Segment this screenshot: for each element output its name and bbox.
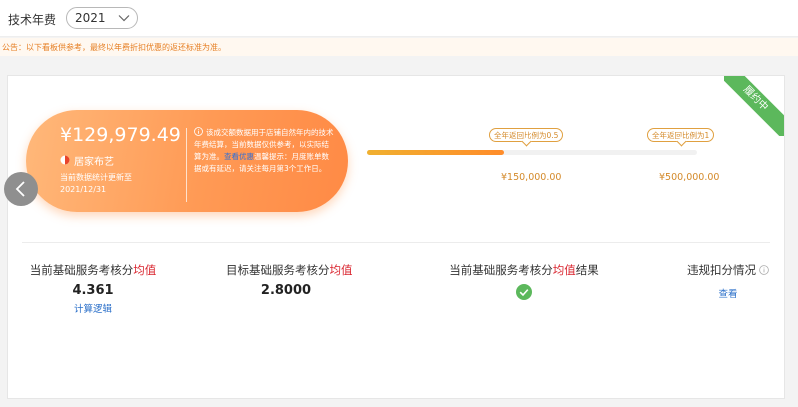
info-icon[interactable] bbox=[759, 265, 769, 275]
view-discount-link[interactable]: 查看优惠 bbox=[224, 152, 254, 161]
metric-title: 当前基础服务考核分均值结果 bbox=[449, 263, 599, 277]
year-select[interactable]: 2021 bbox=[66, 7, 138, 29]
fee-card: 履约中 ¥129,979.49 居家布艺 当前数据统计更新至 2021/12/3… bbox=[7, 75, 785, 399]
view-violations-link[interactable]: 查看 bbox=[680, 286, 776, 300]
update-note: 当前数据统计更新至 2021/12/31 bbox=[60, 173, 132, 194]
brand-logo-icon bbox=[60, 155, 70, 165]
chevron-down-icon bbox=[118, 15, 130, 22]
metric-current-score: 当前基础服务考核分均值 4.361 计算逻辑 bbox=[20, 262, 166, 315]
panel-divider bbox=[186, 128, 187, 202]
milestone-tag: 全年返回比例为1 bbox=[647, 128, 715, 142]
metric-target-score: 目标基础服务考核分均值 2.8000 bbox=[226, 262, 353, 298]
section-divider bbox=[22, 242, 770, 243]
brand-name: 居家布艺 bbox=[74, 157, 114, 168]
year-select-value: 2021 bbox=[75, 11, 106, 25]
carousel-prev-button[interactable] bbox=[4, 172, 38, 206]
amount-value: ¥129,979.49 bbox=[60, 124, 181, 146]
notice-banner: 公告：以下看板供参考，最终以年费折扣优惠的返还标准为准。 bbox=[0, 38, 798, 56]
metric-value: 4.361 bbox=[72, 283, 114, 298]
status-ribbon: 履约中 bbox=[724, 76, 784, 136]
chevron-left-icon bbox=[15, 181, 25, 197]
milestone-value: ¥500,000.00 bbox=[659, 172, 720, 183]
metric-violation-deduction: 违规扣分情况 查看 bbox=[680, 262, 776, 300]
milestone-tag: 全年返回比例为0.5 bbox=[489, 128, 564, 142]
progress-fill bbox=[367, 150, 504, 155]
header-label: 技术年费 bbox=[8, 13, 57, 27]
status-ribbon-label: 履约中 bbox=[724, 76, 784, 136]
metric-value: 2.8000 bbox=[260, 283, 312, 298]
amount-panel: ¥129,979.49 居家布艺 当前数据统计更新至 2021/12/31 该成… bbox=[26, 110, 348, 212]
progress-track bbox=[367, 150, 697, 155]
calculation-logic-link[interactable]: 计算逻辑 bbox=[20, 301, 166, 315]
milestone-value: ¥150,000.00 bbox=[501, 172, 562, 183]
metric-title: 当前基础服务考核分均值 bbox=[29, 263, 157, 277]
metric-score-result: 当前基础服务考核分均值结果 bbox=[441, 262, 607, 300]
settlement-info: 该成交额数据用于店铺自然年内的技术年费结算，当前数据仅供参考，以实际结算为准。查… bbox=[194, 127, 336, 175]
metric-title: 目标基础服务考核分均值 bbox=[226, 263, 353, 277]
metric-title: 违规扣分情况 bbox=[680, 262, 776, 278]
check-circle-icon bbox=[516, 284, 532, 300]
header-bar: 技术年费 2021 bbox=[0, 0, 798, 37]
